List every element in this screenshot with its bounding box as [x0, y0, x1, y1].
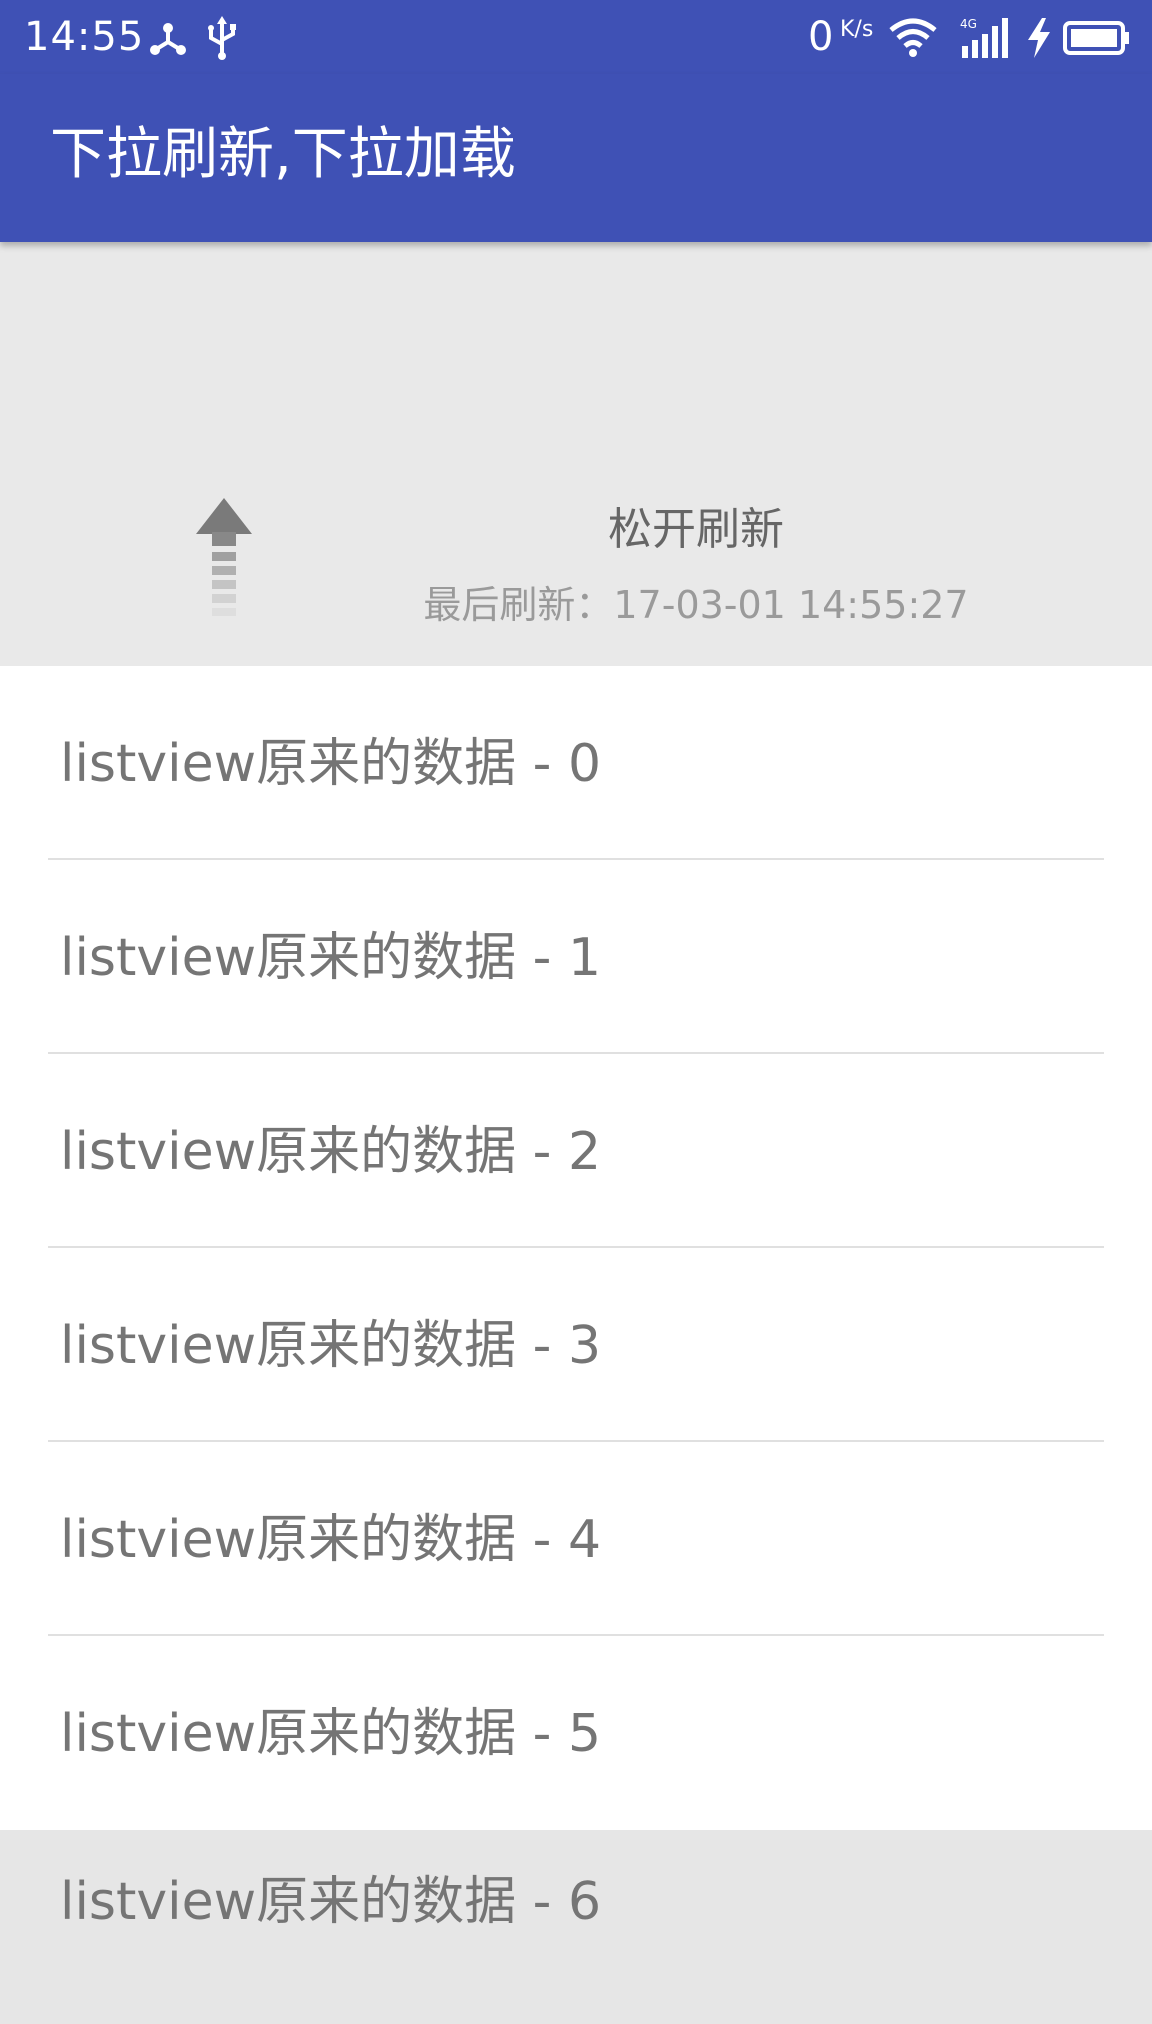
- list-item-label: listview原来的数据 - 5: [60, 1704, 602, 1764]
- battery-icon: [1062, 14, 1132, 62]
- list-item-label: listview原来的数据 - 2: [60, 1122, 602, 1182]
- pull-status-text: 松开刷新: [608, 504, 784, 555]
- list-item[interactable]: listview原来的数据 - 3: [0, 1248, 1152, 1442]
- usb-icon: [204, 14, 240, 62]
- charging-icon: [1024, 14, 1054, 62]
- last-refresh-time: 最后刷新：17-03-01 14:55:27: [423, 583, 969, 627]
- list-item-label: listview原来的数据 - 6: [60, 1872, 602, 1932]
- list-item[interactable]: listview原来的数据 - 5: [0, 1636, 1152, 1830]
- net-speed-unit: K/s: [840, 17, 874, 42]
- list-item[interactable]: listview原来的数据 - 1: [0, 860, 1152, 1054]
- list-item[interactable]: listview原来的数据 - 4: [0, 1442, 1152, 1636]
- list-item-label: listview原来的数据 - 3: [60, 1316, 602, 1376]
- app-toolbar: 下拉刷新,下拉加载: [0, 74, 1152, 242]
- toolbar-title: 下拉刷新,下拉加载: [50, 122, 516, 187]
- list-item[interactable]: listview原来的数据 - 2: [0, 1054, 1152, 1248]
- share-icon: [146, 14, 190, 62]
- list-view[interactable]: listview原来的数据 - 0 listview原来的数据 - 1 list…: [0, 666, 1152, 2024]
- net-speed: 0: [808, 14, 834, 60]
- status-bar: 14:55 0 K/s 4G: [0, 0, 1152, 74]
- pull-refresh-header: 松开刷新 最后刷新：17-03-01 14:55:27: [0, 242, 1152, 666]
- list-item[interactable]: listview原来的数据 - 0: [0, 666, 1152, 860]
- wifi-icon: [888, 14, 938, 62]
- signal-icon: 4G: [958, 14, 1012, 62]
- network-type-label: 4G: [960, 17, 977, 31]
- list-item-label: listview原来的数据 - 4: [60, 1510, 602, 1570]
- list-item-label: listview原来的数据 - 0: [60, 734, 602, 794]
- list-item-label: listview原来的数据 - 1: [60, 928, 602, 988]
- status-time: 14:55: [24, 14, 145, 60]
- list-item-pressed[interactable]: listview原来的数据 - 6: [0, 1830, 1152, 2024]
